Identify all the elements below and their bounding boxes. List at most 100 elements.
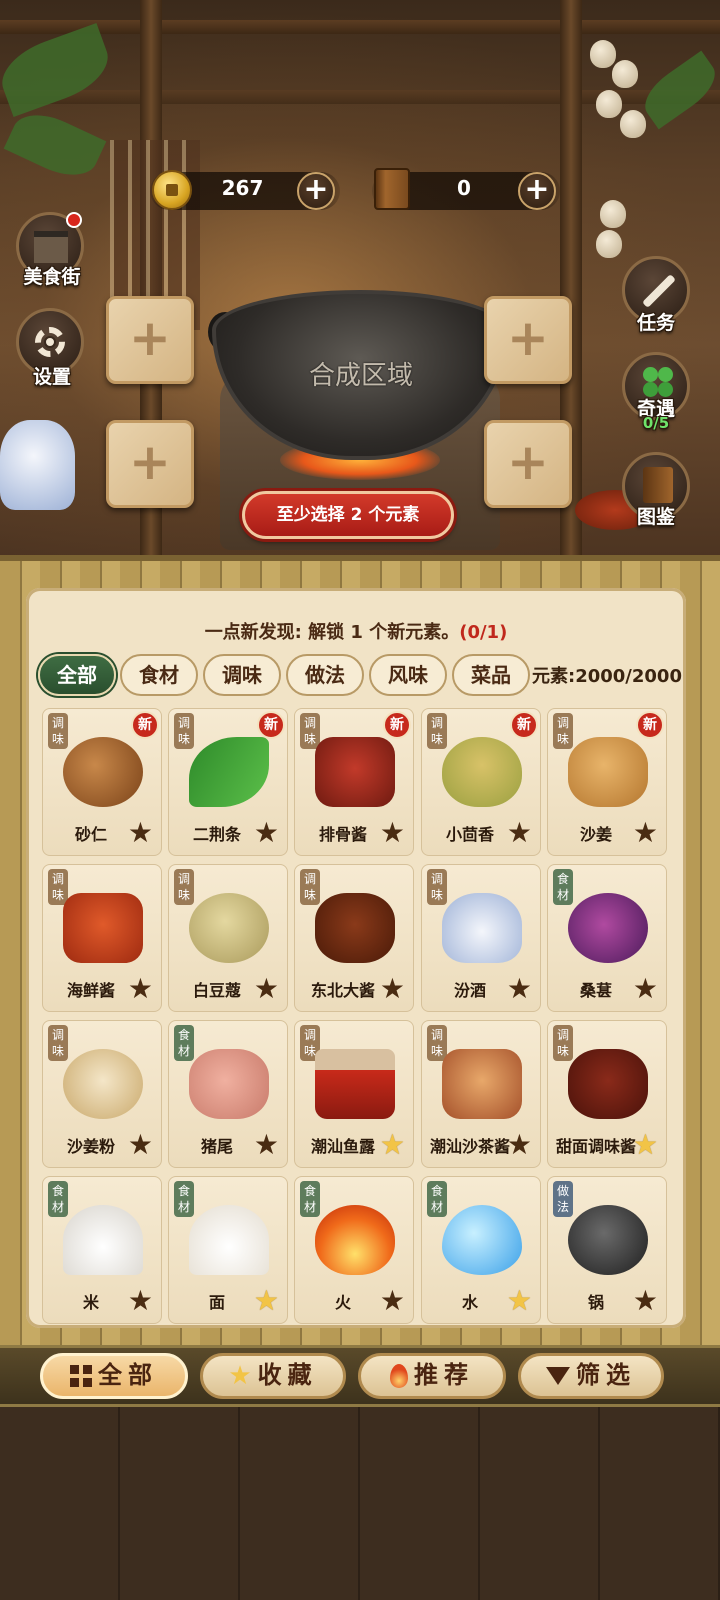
favorite-star-icon[interactable]: ★ [380,819,405,847]
filter-all-label: 全部 [98,1361,158,1389]
favorite-star-icon[interactable]: ★ [507,819,532,847]
ingredient-card[interactable]: 调味 潮汕沙茶酱 ★ [421,1020,541,1168]
plus-icon: + [507,309,549,367]
favorite-star-icon[interactable]: ★ [254,1131,279,1159]
new-badge: 新 [636,711,664,739]
ingredient-slot-3[interactable]: + [106,420,194,508]
element-count: 元素:2000/2000 [532,666,682,687]
ingredient-name: 东北大酱 [310,981,375,1000]
ingredient-card[interactable]: 调味 海鲜酱 ★ [42,864,162,1012]
favorite-star-icon[interactable]: ★ [128,975,153,1003]
ingredient-slot-1[interactable]: + [106,296,194,384]
ingredient-card[interactable]: 调味 新二荆条 ★ [168,708,288,856]
ingredient-card[interactable]: 食材火 ★ [294,1176,414,1324]
favorite-star-icon[interactable]: ★ [254,1287,279,1315]
favorite-star-icon[interactable]: ★ [128,819,153,847]
favorite-star-icon[interactable]: ★ [633,1287,658,1315]
ingredient-card[interactable]: 食材面 ★ [168,1176,288,1324]
add-books-button[interactable]: + [518,172,556,210]
ingredient-name: 潮汕鱼露 [310,1137,375,1156]
gear-icon [35,327,65,357]
new-badge: 新 [257,711,285,739]
filter-all-button[interactable]: 全部 [40,1353,188,1399]
book-icon [643,467,673,503]
favorite-star-icon[interactable]: ★ [507,1131,532,1159]
ingredient-card[interactable]: 食材米 ★ [42,1176,162,1324]
grid-icon [70,1365,92,1387]
ingredient-card[interactable]: 调味 甜面调味酱 ★ [547,1020,667,1168]
ingredient-card[interactable]: 食材水 ★ [421,1176,541,1324]
ingredient-image [63,893,143,963]
favorite-star-icon[interactable]: ★ [128,1287,153,1315]
category-badge: 食材 [174,1025,194,1061]
ingredient-name: 桑葚 [579,981,612,1000]
category-badge: 调味 [300,713,320,749]
encounter-progress: 0/5 [642,414,670,432]
shop-icon [34,231,68,263]
ingredient-image [442,893,522,963]
tab-flavor[interactable]: 风味 [369,654,447,696]
favorite-star-icon[interactable]: ★ [507,1287,532,1315]
ingredient-image [442,1049,522,1119]
ingredient-image [568,1205,648,1275]
category-badge: 调味 [174,713,194,749]
ingredient-card[interactable]: 调味 白豆蔻 ★ [168,864,288,1012]
ingredient-card[interactable]: 调味 汾酒 ★ [421,864,541,1012]
ingredient-card[interactable]: 调味 潮汕鱼露 ★ [294,1020,414,1168]
category-badge: 调味 [427,713,447,749]
ingredient-name: 锅 [587,1293,604,1312]
favorite-star-icon[interactable]: ★ [633,819,658,847]
ingredient-name: 水 [461,1293,478,1312]
ingredient-image [315,1049,395,1119]
favorite-star-icon[interactable]: ★ [380,1131,405,1159]
ingredient-card[interactable]: 调味 东北大酱 ★ [294,864,414,1012]
category-badge: 食材 [427,1181,447,1217]
settings-label: 设置 [32,366,71,388]
ingredient-card[interactable]: 做法锅 ★ [547,1176,667,1324]
ingredient-card[interactable]: 调味 沙姜粉 ★ [42,1020,162,1168]
catalog-label: 图鉴 [636,506,675,528]
favorite-star-icon[interactable]: ★ [380,975,405,1003]
flame-icon [390,1364,408,1388]
favorite-star-icon[interactable]: ★ [633,975,658,1003]
discovery-text: 一点新发现: 解锁 1 个新元素。 [204,622,460,643]
tab-ingredients[interactable]: 食材 [120,654,198,696]
ingredient-card[interactable]: 调味 新沙姜 ★ [547,708,667,856]
ingredient-card[interactable]: 调味 新小茴香 ★ [421,708,541,856]
plus-icon: + [507,433,549,491]
ingredient-name: 沙姜粉 [66,1137,115,1156]
funnel-icon [546,1367,570,1385]
category-badge: 调味 [427,1025,447,1061]
favorite-star-icon[interactable]: ★ [254,975,279,1003]
add-coins-button[interactable]: + [297,172,335,210]
ingredient-name: 砂仁 [74,825,107,844]
ingredient-image [568,1049,648,1119]
favorite-star-icon[interactable]: ★ [380,1287,405,1315]
tab-seasoning[interactable]: 调味 [203,654,281,696]
favorite-star-icon[interactable]: ★ [633,1131,658,1159]
category-badge: 调味 [48,713,68,749]
ingredient-image [442,1205,522,1275]
ingredient-image [315,1205,395,1275]
tab-dishes[interactable]: 菜品 [452,654,530,696]
synthesis-area-label: 合成区域 [308,361,413,391]
recommend-button[interactable]: 推荐 [358,1353,506,1399]
ingredient-card[interactable]: 调味 新排骨酱 ★ [294,708,414,856]
favorite-star-icon[interactable]: ★ [507,975,532,1003]
tab-all[interactable]: 全部 [38,654,116,696]
ingredient-card[interactable]: 食材桑葚 ★ [547,864,667,1012]
synthesize-button[interactable]: 至少选择 2 个元素 [242,491,454,539]
ingredient-card[interactable]: 调味 新砂仁 ★ [42,708,162,856]
filter-button[interactable]: 筛选 [518,1353,664,1399]
favorite-star-icon[interactable]: ★ [254,819,279,847]
ingredient-name: 海鲜酱 [66,981,115,1000]
ingredient-card[interactable]: 食材 猪尾 ★ [168,1020,288,1168]
ingredient-slot-2[interactable]: + [484,296,572,384]
ingredient-slot-4[interactable]: + [484,420,572,508]
favorite-star-icon[interactable]: ★ [128,1131,153,1159]
recipe-book-icon [374,168,410,210]
tab-method[interactable]: 做法 [286,654,364,696]
category-badge: 调味 [553,713,573,749]
category-badge: 食材 [553,869,573,905]
favorites-button[interactable]: ★ 收藏 [200,1353,346,1399]
